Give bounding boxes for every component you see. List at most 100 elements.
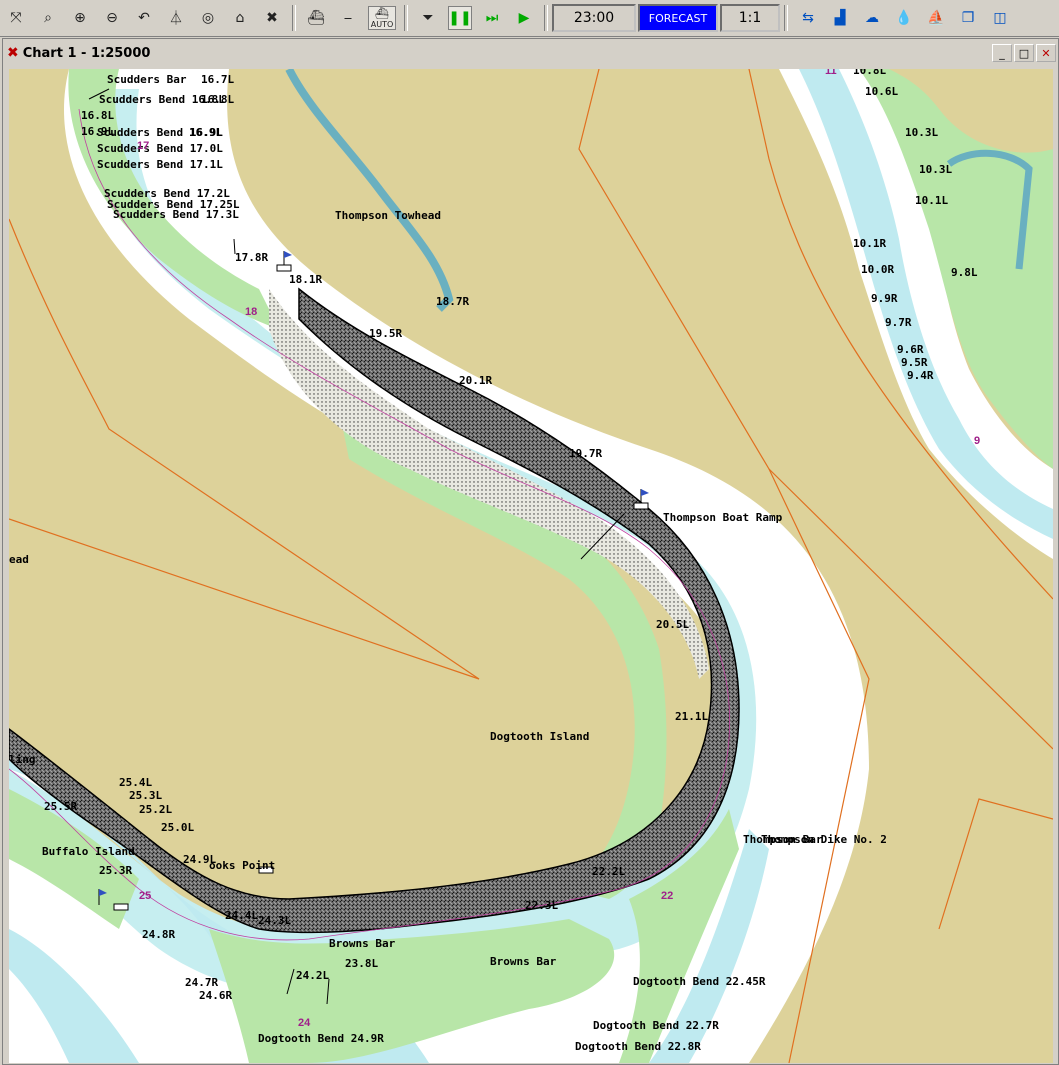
mile-marker: 16.8L — [201, 93, 234, 106]
window-title: Chart 1 - 1:25000 — [22, 45, 151, 61]
mile-marker: 18.7R — [436, 295, 469, 308]
mile-marker: 24.2L — [296, 969, 329, 982]
channel-number: 18 — [245, 306, 257, 318]
play-icon[interactable]: ▶ — [512, 6, 536, 30]
chart-window: ✖ Chart 1 - 1:25000 _ □ ✕ Thompson Towhe… — [2, 38, 1059, 1065]
fast-forward-icon[interactable]: ⏭ — [480, 6, 504, 30]
scale-ratio-display[interactable]: 1:1 — [720, 4, 780, 32]
mile-marker: 10.1L — [915, 194, 948, 207]
mile-marker: 17.8R — [235, 251, 268, 264]
separator — [292, 5, 296, 31]
label-scudders-bend: Scudders Bend 17.0L — [97, 142, 223, 155]
mile-marker: 10.6L — [865, 85, 898, 98]
full-extent-icon[interactable]: ⤧ — [4, 6, 28, 30]
mile-marker: 9.9R — [871, 292, 898, 305]
label-dogtooth-bend: Dogtooth Bend 22.7R — [593, 1019, 719, 1032]
ship-auto-icon: ⛴ — [375, 7, 389, 20]
mile-marker: 10.3L — [905, 126, 938, 139]
chart-app-icon: ✖ — [7, 45, 19, 61]
current-icon[interactable]: ⛵ — [924, 6, 948, 30]
channel-number: 9 — [974, 435, 980, 447]
label-brooks-point: ooks Point — [209, 859, 275, 872]
pause-icon[interactable]: ❚❚ — [448, 6, 472, 30]
close-button[interactable]: ✕ — [1036, 44, 1056, 62]
mile-marker: 10.1R — [853, 237, 886, 250]
mile-marker: 16.9L — [189, 126, 222, 139]
mile-marker: 22.3L — [525, 899, 558, 912]
channel-number: 25 — [139, 890, 151, 902]
label-buffalo-island: Buffalo Island — [42, 845, 135, 858]
mile-marker: 22.2L — [592, 865, 625, 878]
mile-marker: 25.3L — [129, 789, 162, 802]
zoom-out-icon[interactable]: ⊖ — [100, 6, 124, 30]
separator — [784, 5, 788, 31]
label-browns-bar-2: Browns Bar — [490, 955, 557, 968]
undo-icon[interactable]: ↶ — [132, 6, 156, 30]
label-dogtooth-bend: Dogtooth Bend 22.45R — [633, 975, 766, 988]
mile-marker: 9.7R — [885, 316, 912, 329]
copy-icon[interactable]: ❐ — [956, 6, 980, 30]
mile-marker: 21.1L — [675, 710, 708, 723]
label-browns-bar: Browns Bar — [329, 937, 396, 950]
measure-icon[interactable]: ⏃ — [164, 6, 188, 30]
channel-number: 24 — [298, 1017, 311, 1029]
mile-marker: 18.1R — [289, 273, 322, 286]
chart-icon[interactable]: ▟ — [828, 6, 852, 30]
mile-marker: 9.4R — [907, 369, 934, 382]
mile-marker: 20.1R — [459, 374, 492, 387]
channel-number: 11 — [825, 69, 837, 77]
mile-marker: 10.3L — [919, 163, 952, 176]
mile-marker: 25.2L — [139, 803, 172, 816]
ship-icon[interactable]: ⎯ — [336, 6, 360, 30]
mile-marker: 24.3L — [258, 914, 291, 927]
mile-marker: 23.8L — [345, 957, 378, 970]
separator — [404, 5, 408, 31]
boat-icon[interactable]: ⛴ — [304, 6, 328, 30]
map-canvas[interactable]: Thompson Towhead Thompson Boat Ramp Dogt… — [9, 69, 1053, 1063]
chart-map[interactable]: Thompson Towhead Thompson Boat Ramp Dogt… — [9, 69, 1053, 1063]
clear-icon[interactable]: ✖ — [260, 6, 284, 30]
label-dogtooth-bend: Dogtooth Bend 22.8R — [575, 1040, 701, 1053]
mile-marker: 24.7R — [185, 976, 218, 989]
target-icon[interactable]: ◎ — [196, 6, 220, 30]
maximize-button[interactable]: □ — [1014, 44, 1034, 62]
label-ning-fragment: ling — [9, 753, 36, 766]
label-thompson-towhead: Thompson Towhead — [335, 209, 441, 222]
zoom-box-icon[interactable]: ⌕ — [36, 6, 60, 30]
download-icon[interactable]: ⏷ — [416, 6, 440, 30]
channel-number: 22 — [661, 890, 673, 902]
auto-label: AUTO — [370, 20, 394, 29]
window-titlebar: ✖ Chart 1 - 1:25000 _ □ ✕ — [3, 39, 1058, 67]
weather-icon[interactable]: ☁ — [860, 6, 884, 30]
channel-number: 17 — [137, 140, 149, 152]
mile-marker: 25.5R — [44, 800, 77, 813]
tide-icon[interactable]: 💧 — [892, 6, 916, 30]
mile-marker: 10.8L — [853, 69, 886, 77]
mile-marker: 9.8L — [951, 266, 978, 279]
mile-marker: 16.8L — [81, 109, 114, 122]
mile-marker: 10.0R — [861, 263, 894, 276]
mile-marker: 24.6R — [199, 989, 232, 1002]
home-icon[interactable]: ⌂ — [228, 6, 252, 30]
mile-marker: 16.9L — [81, 125, 114, 138]
mile-marker: 9.5R — [901, 356, 928, 369]
mile-marker: 25.0L — [161, 821, 194, 834]
label-thompson-boat-ramp: Thompson Boat Ramp — [663, 511, 783, 524]
mile-marker: 25.3R — [99, 864, 132, 877]
label-scudders-bend: Scudders Bend 17.1L — [97, 158, 223, 171]
zoom-in-icon[interactable]: ⊕ — [68, 6, 92, 30]
label-dogtooth-island: Dogtooth Island — [490, 730, 589, 743]
sync-icon[interactable]: ⇆ — [796, 6, 820, 30]
mile-marker: 9.6R — [897, 343, 924, 356]
label-dogtooth-bend: Dogtooth Bend 24.9R — [258, 1032, 384, 1045]
minimize-button[interactable]: _ — [992, 44, 1012, 62]
label-head-fragment: ead — [9, 553, 29, 566]
auto-button[interactable]: ⛴ AUTO — [368, 6, 396, 30]
time-display[interactable]: 23:00 — [552, 4, 636, 32]
forecast-button[interactable]: FORECAST — [638, 4, 718, 32]
label-scudders-bend: Scudders Bend 17.3L — [113, 208, 239, 221]
label-scudders-bar: Scudders Bar — [107, 73, 187, 86]
mile-marker: 20.5L — [656, 618, 689, 631]
label-thompson-dike: Thompson Dike No. 2 — [761, 833, 887, 846]
window-icon[interactable]: ◫ — [988, 6, 1012, 30]
